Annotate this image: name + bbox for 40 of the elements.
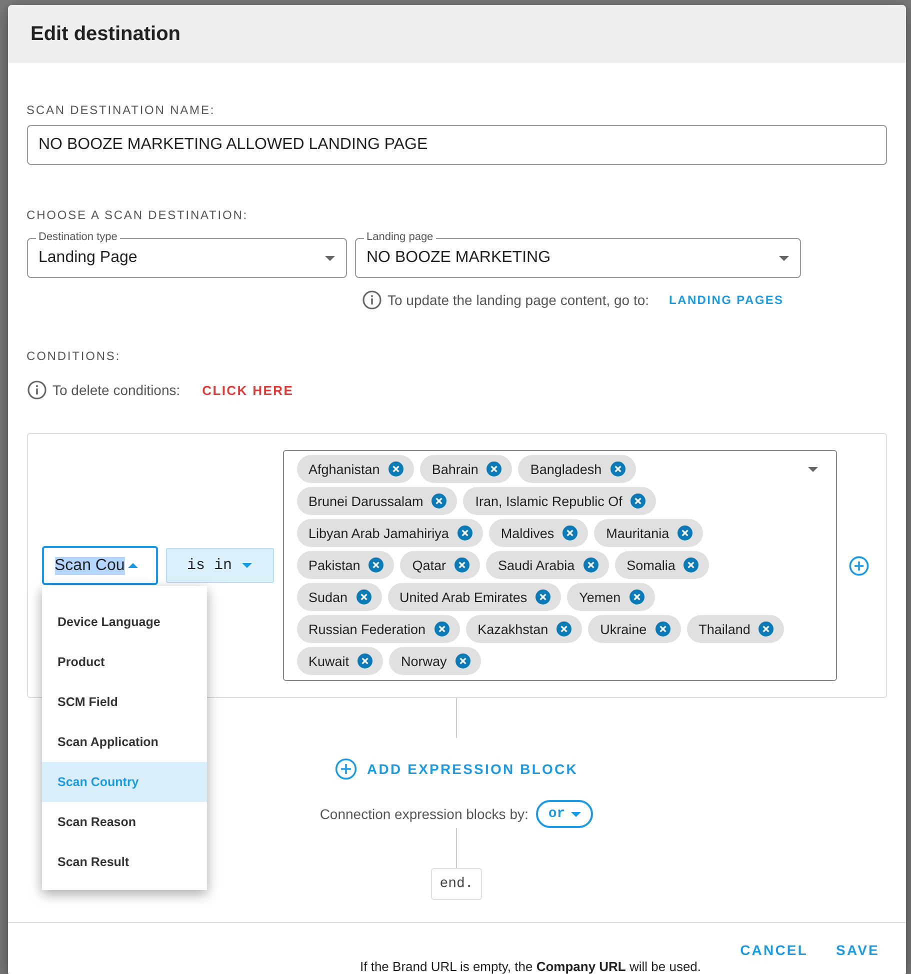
country-chip[interactable]: Afghanistan <box>296 455 414 483</box>
section-label: SCAN DESTINATION NAME: <box>26 103 216 117</box>
country-chip[interactable]: Norway <box>389 647 481 675</box>
dialog-title: Edit destination <box>30 22 180 46</box>
section-label: CONDITIONS: <box>26 349 121 363</box>
country-chip[interactable]: Mauritania <box>594 519 704 547</box>
country-chip[interactable]: Bangladesh <box>518 455 636 483</box>
connection-label: Connection expression blocks by: <box>320 806 528 822</box>
country-chip[interactable]: United Arab Emirates <box>388 583 562 611</box>
country-chip[interactable]: Sudan <box>296 583 382 611</box>
country-chip[interactable]: Saudi Arabia <box>486 551 609 579</box>
menu-item[interactable]: Device Language <box>42 602 206 642</box>
country-chip[interactable]: Somalia <box>614 551 710 579</box>
menu-item[interactable]: SCM Field <box>42 682 206 722</box>
country-chip[interactable]: Brunei Darussalam <box>296 487 458 515</box>
country-chip[interactable]: Pakistan <box>296 551 394 579</box>
country-chip[interactable]: Libyan Arab Jamahiriya <box>296 519 483 547</box>
country-chip[interactable]: Russian Federation <box>296 615 460 643</box>
destination-name-field[interactable]: NO BOOZE MARKETING ALLOWED LANDING PAGE <box>26 125 886 165</box>
menu-item[interactable]: Scan Application <box>42 722 206 762</box>
menu-item[interactable]: Scan Result <box>42 842 206 882</box>
end-marker: end. <box>430 868 482 900</box>
section-label: CHOOSE A SCAN DESTINATION: <box>26 208 248 222</box>
country-chip[interactable]: Maldives <box>488 519 588 547</box>
menu-item[interactable]: Product <box>42 642 206 682</box>
background-text: If the Brand URL is empty, the Company URL will be used. <box>360 960 702 974</box>
country-chip[interactable]: Bahrain <box>420 455 512 483</box>
hint-text: To update the landing page content, go to: <box>388 292 650 308</box>
field-select[interactable]: Scan Cou <box>42 546 158 585</box>
country-chip[interactable]: Qatar <box>400 551 480 579</box>
hint-text: To delete conditions: <box>52 382 180 398</box>
country-chip[interactable]: Thailand <box>686 615 784 643</box>
country-chip[interactable]: Kazakhstan <box>466 615 582 643</box>
country-chip[interactable]: Yemen <box>567 583 655 611</box>
click-here-link[interactable]: CLICK HERE <box>202 382 294 398</box>
country-chip[interactable]: Iran, Islamic Republic Of <box>463 487 656 515</box>
menu-item[interactable]: Scan Reason <box>42 802 206 842</box>
country-chip[interactable]: Ukraine <box>588 615 681 643</box>
operator-select[interactable]: is in <box>166 548 274 583</box>
country-chip[interactable]: Kuwait <box>296 647 384 675</box>
